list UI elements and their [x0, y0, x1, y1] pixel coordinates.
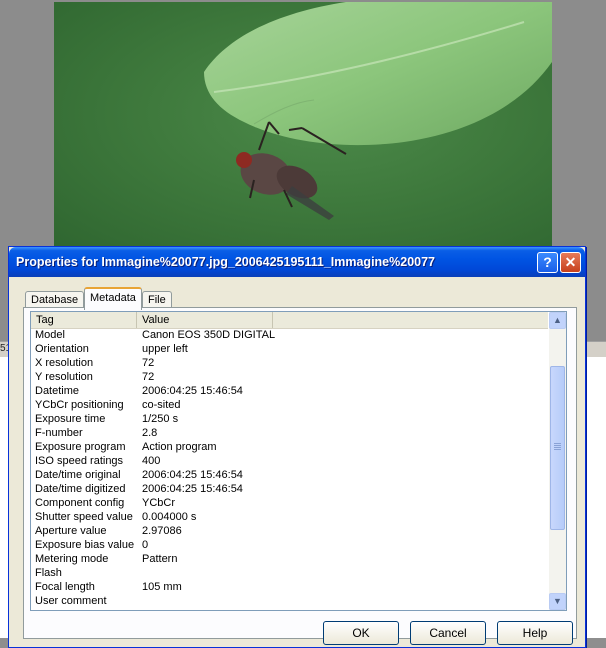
table-row[interactable]: Exposure time 1/250 s [31, 412, 548, 426]
row-tag: ISO speed ratings [35, 455, 124, 467]
row-tag: Exposure program [35, 441, 126, 453]
help-button[interactable]: Help [497, 621, 573, 645]
table-row[interactable]: User comment [31, 594, 548, 608]
row-tag: Exposure time [35, 413, 106, 425]
row-value: 72 [142, 357, 155, 369]
scroll-thumb-grip-icon [554, 443, 561, 451]
list-header: Tag Value [31, 312, 548, 329]
row-value: co-sited [142, 399, 181, 411]
close-button[interactable]: ✕ [560, 252, 581, 273]
properties-dialog: Properties for Immagine%20077.jpg_200642… [8, 246, 586, 648]
row-tag: Date/time digitized [35, 483, 126, 495]
row-value: Action program [142, 441, 217, 453]
row-value: YCbCr [142, 497, 176, 509]
row-tag: Focal length [35, 581, 95, 593]
table-row[interactable]: F-number 2.8 [31, 426, 548, 440]
row-tag: Orientation [35, 343, 89, 355]
table-row[interactable]: Aperture value 2.97086 [31, 524, 548, 538]
row-value: Pattern [142, 553, 178, 565]
row-value: 2006:04:25 15:46:54 [142, 469, 243, 481]
tab-metadata[interactable]: Metadata [84, 287, 142, 310]
row-tag: Flash [35, 567, 62, 579]
table-row[interactable]: Exposure program Action program [31, 440, 548, 454]
row-value: 2006:04:25 15:46:54 [142, 483, 243, 495]
row-value: 400 [142, 455, 161, 467]
row-value: 0 [142, 539, 149, 551]
table-row[interactable]: Model Canon EOS 350D DIGITAL [31, 328, 548, 342]
row-tag: Y resolution [35, 371, 93, 383]
table-row[interactable]: Flash [31, 566, 548, 580]
row-tag: User comment [35, 595, 107, 607]
row-value: 2.8 [142, 427, 158, 439]
cancel-button[interactable]: Cancel [410, 621, 486, 645]
scroll-thumb[interactable] [550, 366, 565, 530]
row-value: upper left [142, 343, 188, 355]
row-tag: Shutter speed value [35, 511, 133, 523]
row-tag: Exposure bias value [35, 539, 135, 551]
table-row[interactable]: X resolution 72 [31, 356, 548, 370]
table-row[interactable]: Focal length 105 mm [31, 580, 548, 594]
table-row[interactable]: Date/time digitized 2006:04:25 15:46:54 [31, 482, 548, 496]
photo-preview [54, 2, 552, 250]
row-tag: Metering mode [35, 553, 109, 565]
row-tag: F-number [35, 427, 83, 439]
row-tag: X resolution [35, 357, 94, 369]
table-row[interactable]: Y resolution 72 [31, 370, 548, 384]
row-tag: Aperture value [35, 525, 107, 537]
dialog-titlebar[interactable]: Properties for Immagine%20077.jpg_200642… [9, 247, 585, 277]
table-row[interactable]: Date/time original 2006:04:25 15:46:54 [31, 468, 548, 482]
row-tag: Date/time original [35, 469, 121, 481]
table-row[interactable]: Datetime 2006:04:25 15:46:54 [31, 384, 548, 398]
scroll-up-button[interactable]: ▲ [549, 312, 566, 329]
table-row[interactable]: YCbCr positioning co-sited [31, 398, 548, 412]
help-title-button[interactable]: ? [537, 252, 558, 273]
list-rows: Model Canon EOS 350D DIGITAL Orientation up… [31, 328, 548, 608]
row-tag: Datetime [35, 385, 80, 397]
row-tag: Model [35, 329, 65, 341]
column-header-value[interactable]: Value [137, 312, 273, 328]
table-row[interactable]: Metering mode Pattern [31, 552, 548, 566]
row-value: Canon EOS 350D DIGITAL [142, 329, 276, 341]
photo-image [204, 2, 552, 220]
table-row[interactable]: Orientation upper left [31, 342, 548, 356]
table-row[interactable]: Exposure bias value 0 [31, 538, 548, 552]
metadata-list[interactable]: Tag Value Model Canon EOS 350D DIGITAL Ori… [30, 311, 567, 611]
table-row[interactable]: Component config YCbCr [31, 496, 548, 510]
row-value: 2006:04:25 15:46:54 [142, 385, 243, 397]
vertical-scrollbar[interactable]: ▲ ▼ [549, 312, 566, 610]
row-value: 105 mm [142, 581, 182, 593]
table-row[interactable]: ISO speed ratings 400 [31, 454, 548, 468]
row-tag: YCbCr positioning [35, 399, 124, 411]
table-row[interactable]: Shutter speed value 0.004000 s [31, 510, 548, 524]
scroll-down-button[interactable]: ▼ [549, 593, 566, 610]
row-tag: Component config [35, 497, 125, 509]
dialog-title: Properties for Immagine%20077.jpg_200642… [16, 255, 436, 269]
row-value: 2.97086 [142, 525, 182, 537]
row-value: 0.004000 s [142, 511, 197, 523]
ok-button[interactable]: OK [323, 621, 399, 645]
column-header-tag[interactable]: Tag [31, 312, 137, 328]
row-value: 72 [142, 371, 155, 383]
row-value: 1/250 s [142, 413, 179, 425]
